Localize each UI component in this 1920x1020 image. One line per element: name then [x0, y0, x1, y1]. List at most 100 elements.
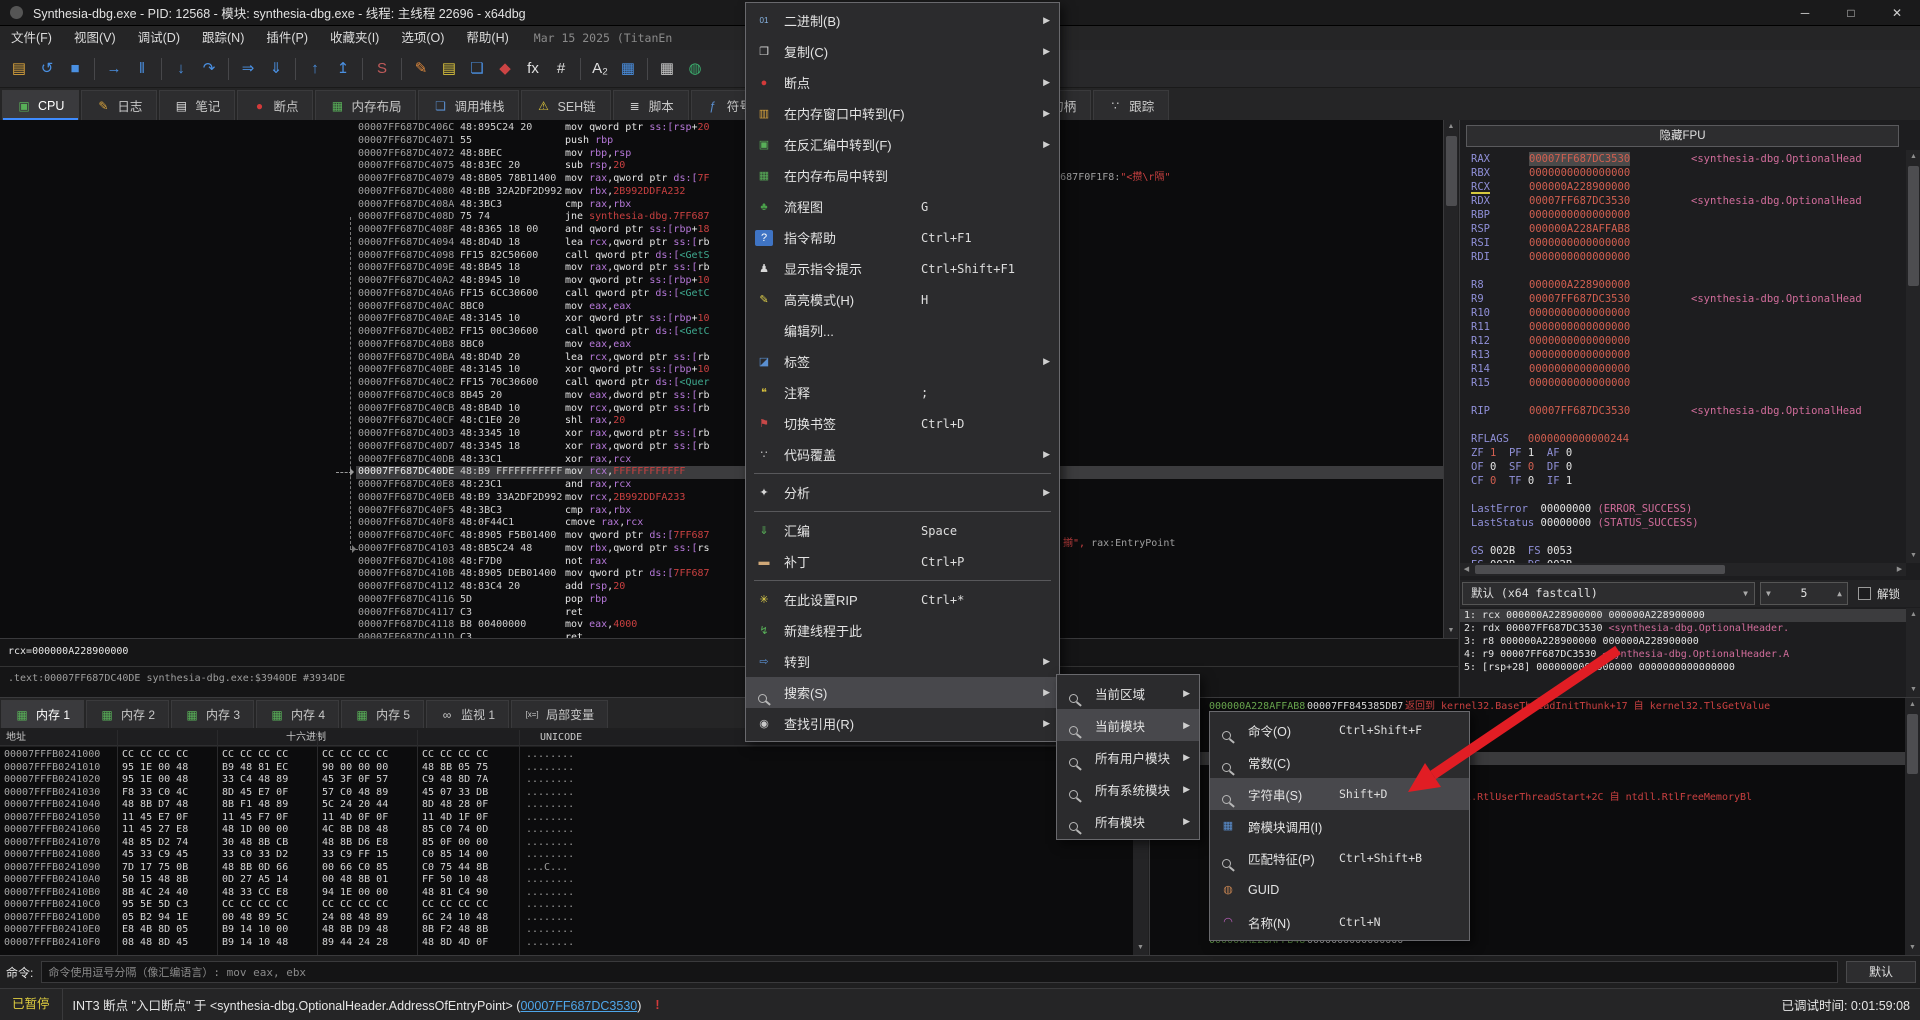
- registers-hscrollbar[interactable]: ◀ ▶: [1460, 563, 1906, 576]
- arguments-scrollbar[interactable]: ▲ ▼: [1906, 608, 1920, 697]
- tab-内存 1[interactable]: ▦内存 1: [1, 700, 84, 728]
- dump-row[interactable]: 00007FFFB0241000CC CC CC CCCC CC CC CCCC…: [0, 749, 1133, 762]
- context-menu-item[interactable]: ✦分析▶: [746, 477, 1059, 508]
- hash-icon[interactable]: #: [548, 56, 574, 82]
- register-row[interactable]: RSP000000A228AFFAB8: [1460, 222, 1906, 236]
- scroll-down-icon[interactable]: ▼: [1906, 549, 1920, 563]
- dump-row[interactable]: 00007FFFB02410B08B 4C 24 4048 33 CC E894…: [0, 887, 1133, 900]
- animate-into-icon[interactable]: ↷: [196, 56, 222, 82]
- tab-监视 1[interactable]: ∞监视 1: [426, 700, 509, 728]
- menubar-item[interactable]: 文件(F): [0, 26, 63, 50]
- tab-内存 3[interactable]: ▦内存 3: [171, 700, 254, 728]
- open-file-icon[interactable]: ▤: [6, 56, 32, 82]
- register-row[interactable]: RBX0000000000000000: [1460, 166, 1906, 180]
- unlock-checkbox[interactable]: [1858, 587, 1871, 600]
- column-hex[interactable]: 十六进制: [286, 730, 326, 746]
- scroll-up-icon[interactable]: ▲: [1906, 608, 1920, 622]
- dump-row[interactable]: 00007FFFB02410F008 48 8D 45B9 14 10 4889…: [0, 937, 1133, 950]
- tab-调用堆栈[interactable]: ❏调用堆栈: [418, 90, 519, 120]
- disasm-row[interactable]: 00007FF687DC407548:83EC 20sub rsp,20: [0, 160, 1443, 173]
- dump-pane[interactable]: 00007FFFB0241000CC CC CC CCCC CC CC CCCC…: [0, 747, 1133, 955]
- search-submenu-item[interactable]: 当前模块▶: [1057, 709, 1199, 741]
- disasm-row[interactable]: 00007FF687DC4098FF15 82C50600call qword …: [0, 250, 1443, 263]
- stack-scrollbar[interactable]: ▲ ▼: [1905, 698, 1920, 955]
- menubar-item[interactable]: 视图(V): [63, 26, 127, 50]
- calling-convention-select[interactable]: 默认 (x64 fastcall)▼: [1462, 582, 1755, 605]
- close-button[interactable]: ✕: [1874, 0, 1920, 25]
- search-submenu-item[interactable]: 所有用户模块▶: [1057, 741, 1199, 773]
- context-menu-item[interactable]: ✎高亮模式(H)H: [746, 284, 1059, 315]
- lasterror-row[interactable]: LastStatus 00000000 (STATUS_SUCCESS): [1460, 516, 1906, 530]
- command-input[interactable]: [41, 961, 1838, 983]
- context-menu-item[interactable]: ●断点▶: [746, 67, 1059, 98]
- disasm-row[interactable]: 00007FF687DC40B2FF15 00C30600call qword …: [0, 326, 1443, 339]
- register-row[interactable]: RIP00007FF687DC3530<synthesia-dbg.Option…: [1460, 404, 1906, 418]
- disasm-row[interactable]: 00007FF687DC40D748:3345 18xor rax,qword …: [0, 441, 1443, 454]
- address-link[interactable]: 00007FF687DC3530: [520, 999, 637, 1013]
- step-out-icon[interactable]: ↑: [302, 56, 328, 82]
- scroll-thumb[interactable]: [1475, 565, 1725, 574]
- skip-icon[interactable]: S: [369, 56, 395, 82]
- context-menu-item[interactable]: ?指令帮助Ctrl+F1: [746, 222, 1059, 253]
- dump-row[interactable]: 00007FFFB024101095 1E 00 48B9 48 81 EC90…: [0, 762, 1133, 775]
- disasm-row[interactable]: 00007FF687DC40C2FF15 70C30600call qword …: [0, 377, 1443, 390]
- run-to-user-code-icon[interactable]: ↥: [330, 56, 356, 82]
- dump-row[interactable]: 00007FFFB024106011 45 27 E848 1D 00 004C…: [0, 824, 1133, 837]
- disasm-row[interactable]: 00007FF687DC407248:8BECmov rbp,rsp: [0, 148, 1443, 161]
- menubar-item[interactable]: 选项(O): [390, 26, 455, 50]
- disasm-row[interactable]: 00007FF687DC409448:8D4D 18lea rcx,qword …: [0, 237, 1443, 250]
- scroll-thumb[interactable]: [1908, 166, 1919, 286]
- run-icon[interactable]: →: [101, 56, 127, 82]
- scroll-down-icon[interactable]: ▼: [1906, 683, 1920, 697]
- menubar-item[interactable]: 收藏夹(I): [319, 26, 390, 50]
- dump-row[interactable]: 00007FFFB0241030F8 33 C0 4C8D 45 E7 0F57…: [0, 787, 1133, 800]
- register-row[interactable]: R100000000000000000: [1460, 306, 1906, 320]
- run-to-selection-icon[interactable]: ⇓: [263, 56, 289, 82]
- arguments-view[interactable]: 1: rcx 000000A228900000 000000A228900000…: [1460, 608, 1906, 697]
- disasm-row[interactable]: 00007FF687DC406C48:895C24 20mov qword pt…: [0, 122, 1443, 135]
- tab-CPU[interactable]: ▣CPU: [2, 90, 79, 120]
- register-row[interactable]: R130000000000000000: [1460, 348, 1906, 362]
- maximize-button[interactable]: □: [1828, 0, 1874, 25]
- module-submenu-item[interactable]: 常数(C): [1210, 746, 1469, 778]
- register-row[interactable]: RDI0000000000000000: [1460, 250, 1906, 264]
- dump-row[interactable]: 00007FFFB02410A050 15 48 8B0D 27 A5 1400…: [0, 874, 1133, 887]
- tab-局部变量[interactable]: [x=]局部变量: [511, 700, 608, 728]
- disasm-row[interactable]: 00007FF687DC40A248:8945 10mov qword ptr …: [0, 275, 1443, 288]
- stack-view-icon[interactable]: ❏: [464, 56, 490, 82]
- dump-row[interactable]: 00007FFFB024102095 1E 00 4833 C4 48 8945…: [0, 774, 1133, 787]
- rflags-row[interactable]: RFLAGS 0000000000000244: [1460, 432, 1906, 446]
- argument-row[interactable]: 4: r9 00007FF687DC3530 <synthesia-dbg.Op…: [1460, 648, 1906, 661]
- arg-count-stepper[interactable]: ▼5▲: [1760, 582, 1848, 605]
- dump-row[interactable]: 00007FFFB02410907D 17 75 0B48 8B 0D 6600…: [0, 862, 1133, 875]
- dump-row[interactable]: 00007FFFB02410C095 5E 5D C3CC CC CC CCCC…: [0, 899, 1133, 912]
- register-row[interactable]: R140000000000000000: [1460, 362, 1906, 376]
- calculator-icon[interactable]: ▦: [654, 56, 680, 82]
- scroll-right-icon[interactable]: ▶: [1893, 563, 1906, 576]
- disasm-row[interactable]: 00007FF687DC408F48:8365 18 00and qword p…: [0, 224, 1443, 237]
- scroll-down-icon[interactable]: ▼: [1133, 941, 1148, 955]
- disassembly-scrollbar[interactable]: ▲ ▼: [1443, 120, 1458, 638]
- disasm-row[interactable]: 00007FF687DC4118B8 00400000mov eax,4000: [0, 619, 1443, 632]
- dump-row[interactable]: 00007FFFB024108045 33 C9 4533 C0 33 D233…: [0, 849, 1133, 862]
- segment-row[interactable]: GS 002B FS 0053: [1460, 544, 1906, 558]
- stop-icon[interactable]: ■: [62, 56, 88, 82]
- tab-内存 5[interactable]: ▦内存 5: [341, 700, 424, 728]
- patches-icon[interactable]: ▤: [436, 56, 462, 82]
- context-menu-item[interactable]: 01二进制(B)▶: [746, 5, 1059, 36]
- context-menu-item[interactable]: ❝注释;: [746, 377, 1059, 408]
- disasm-row[interactable]: 00007FF687DC40DB48:33C1xor rax,rcx: [0, 454, 1443, 467]
- register-row[interactable]: R110000000000000000: [1460, 320, 1906, 334]
- disasm-row[interactable]: 00007FF687DC40EB48:B9 33A2DF2D992B0000mo…: [0, 492, 1443, 505]
- disasm-row[interactable]: 00007FF687DC407155push rbp: [0, 135, 1443, 148]
- tab-内存 2[interactable]: ▦内存 2: [86, 700, 169, 728]
- pause-icon[interactable]: ‖: [129, 56, 155, 82]
- lasterror-row[interactable]: LastError 00000000 (ERROR_SUCCESS): [1460, 502, 1906, 516]
- context-menu-item[interactable]: ♣流程图G: [746, 191, 1059, 222]
- fx-icon[interactable]: fx: [520, 56, 546, 82]
- tab-SEH链[interactable]: ⚠SEH链: [521, 90, 610, 120]
- context-menu-item[interactable]: ▬补丁Ctrl+P: [746, 546, 1059, 577]
- search-submenu-item[interactable]: 所有模块▶: [1057, 805, 1199, 837]
- context-menu-item[interactable]: ↯新建线程于此: [746, 615, 1059, 646]
- disasm-row[interactable]: 00007FF687DC40FC48:8905 F5B01400mov qwor…: [0, 530, 1443, 543]
